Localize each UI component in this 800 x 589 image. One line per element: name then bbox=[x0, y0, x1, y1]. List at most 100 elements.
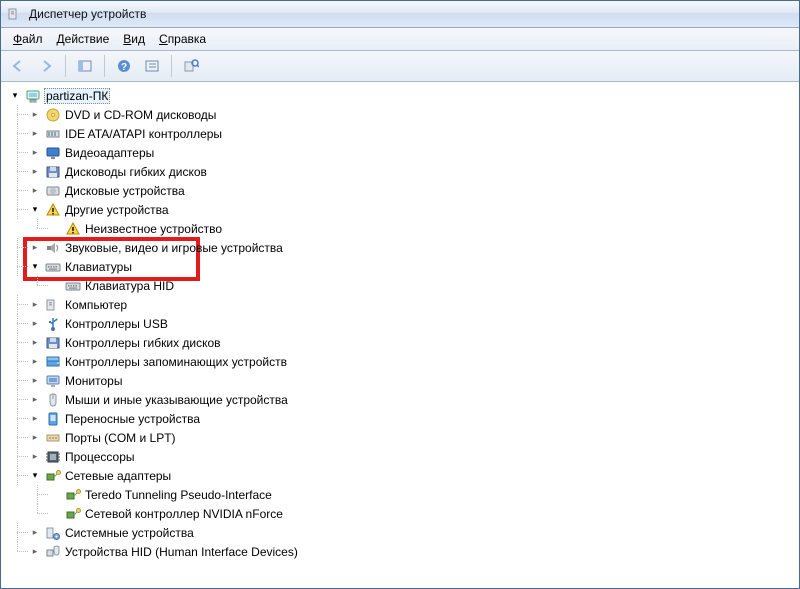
device-tree-panel[interactable]: ▾ partizan-ПК ▸ DVD и CD-ROM дисководы ▸ ID… bbox=[1, 82, 799, 588]
tree-item-label: Неизвестное устройство bbox=[85, 222, 222, 236]
disc-icon bbox=[45, 107, 61, 123]
window-title: Диспетчер устройств bbox=[29, 7, 146, 21]
tree-item-dvd[interactable]: ▸ DVD и CD-ROM дисководы bbox=[9, 105, 799, 124]
keyboard-icon bbox=[65, 278, 81, 294]
collapse-icon[interactable]: ▾ bbox=[9, 90, 21, 102]
tree-root[interactable]: ▾ partizan-ПК bbox=[9, 86, 799, 105]
menu-file[interactable]: Файл bbox=[7, 30, 49, 48]
tree-item-label: Клавиатуры bbox=[65, 260, 132, 274]
collapse-icon[interactable]: ▾ bbox=[29, 261, 41, 273]
tree-item-usb[interactable]: ▸ Контроллеры USB bbox=[9, 314, 799, 333]
forward-button[interactable] bbox=[33, 53, 59, 79]
tree-item-sound[interactable]: ▸ Звуковые, видео и игровые устройства bbox=[9, 238, 799, 257]
tree-item-label: Контроллеры USB bbox=[65, 317, 168, 331]
warning-icon bbox=[45, 202, 61, 218]
tree-item-label: Видеоадаптеры bbox=[65, 146, 154, 160]
tree-item-label: Контроллеры запоминающих устройств bbox=[65, 355, 287, 369]
show-hide-tree-button[interactable] bbox=[72, 53, 98, 79]
system-icon bbox=[45, 525, 61, 541]
scan-icon bbox=[183, 58, 199, 74]
titlebar: Диспетчер устройств bbox=[1, 1, 799, 28]
tree-item-label: Системные устройства bbox=[65, 526, 194, 540]
tree-item-portable[interactable]: ▸ Переносные устройства bbox=[9, 409, 799, 428]
tree-item-label: DVD и CD-ROM дисководы bbox=[65, 108, 216, 122]
svg-text:?: ? bbox=[121, 62, 127, 73]
tree-item-mice[interactable]: ▸ Мыши и иные указывающие устройства bbox=[9, 390, 799, 409]
tree-item-ide[interactable]: ▸ IDE ATA/ATAPI контроллеры bbox=[9, 124, 799, 143]
tree-item-hid[interactable]: ▸ Устройства HID (Human Interface Devices… bbox=[9, 542, 799, 561]
tree-item-keyboards[interactable]: ▾ Клавиатуры bbox=[9, 257, 799, 276]
tree-item-label: Устройства HID (Human Interface Devices) bbox=[65, 545, 298, 559]
tree-item-label: Дисковые устройства bbox=[65, 184, 185, 198]
help-button[interactable]: ? bbox=[111, 53, 137, 79]
tree-item-cpu[interactable]: ▸Процессоры bbox=[9, 447, 799, 466]
tree-item-label: Дисководы гибких дисков bbox=[65, 165, 207, 179]
tree-item-label: Звуковые, видео и игровые устройства bbox=[65, 241, 283, 255]
tree-item-floppy_ctl[interactable]: ▸Контроллеры гибких дисков bbox=[9, 333, 799, 352]
scan-hardware-button[interactable] bbox=[178, 53, 204, 79]
properties-icon bbox=[144, 58, 160, 74]
floppy-icon bbox=[45, 335, 61, 351]
tree-root-label: partizan-ПК bbox=[44, 88, 110, 104]
tree-item-label: IDE ATA/ATAPI контроллеры bbox=[65, 127, 222, 141]
toolbar-separator bbox=[171, 55, 172, 77]
expand-icon[interactable]: ▸ bbox=[29, 299, 41, 311]
toolbar-separator bbox=[65, 55, 66, 77]
app-icon bbox=[7, 6, 23, 22]
expand-icon[interactable]: ▸ bbox=[29, 166, 41, 178]
tree-item-label: Мыши и иные указывающие устройства bbox=[65, 393, 288, 407]
tree-item-label: Мониторы bbox=[65, 374, 122, 388]
expand-icon[interactable]: ▸ bbox=[29, 546, 41, 558]
menu-help[interactable]: Справка bbox=[153, 30, 212, 48]
arrow-left-icon bbox=[10, 58, 26, 74]
back-button[interactable] bbox=[5, 53, 31, 79]
tree-item-label: Компьютер bbox=[65, 298, 127, 312]
tree-item-other[interactable]: ▾Другие устройства bbox=[9, 200, 799, 219]
tree-item-label: Клавиатура HID bbox=[85, 279, 174, 293]
ide-icon bbox=[45, 126, 61, 142]
expand-icon[interactable]: ▸ bbox=[29, 432, 41, 444]
expand-icon[interactable]: ▸ bbox=[29, 413, 41, 425]
collapse-icon[interactable]: ▾ bbox=[29, 204, 41, 216]
tree-item-disk[interactable]: ▸ Дисковые устройства bbox=[9, 181, 799, 200]
hdd-icon bbox=[45, 183, 61, 199]
tree-item-label: Teredo Tunneling Pseudo-Interface bbox=[85, 488, 272, 502]
tree-item-label: Переносные устройства bbox=[65, 412, 200, 426]
collapse-icon[interactable]: ▾ bbox=[29, 470, 41, 482]
expand-icon[interactable]: ▸ bbox=[29, 147, 41, 159]
tree-item-system[interactable]: ▸ Системные устройства bbox=[9, 523, 799, 542]
expand-icon[interactable]: ▸ bbox=[29, 128, 41, 140]
properties-button[interactable] bbox=[139, 53, 165, 79]
expand-icon[interactable]: ▸ bbox=[29, 356, 41, 368]
tree-item-unknown[interactable]: ▸Неизвестное устройство bbox=[9, 219, 799, 238]
expand-icon[interactable]: ▸ bbox=[29, 109, 41, 121]
usb-icon bbox=[45, 316, 61, 332]
expand-icon[interactable]: ▸ bbox=[29, 394, 41, 406]
storage-icon bbox=[45, 354, 61, 370]
tree-item-computer[interactable]: ▸ Компьютер bbox=[9, 295, 799, 314]
expand-icon[interactable]: ▸ bbox=[29, 375, 41, 387]
tree-item-nvidia_net[interactable]: ▸Сетевой контроллер NVIDIA nForce bbox=[9, 504, 799, 523]
expand-icon[interactable]: ▸ bbox=[29, 318, 41, 330]
tree-item-floppy_drv[interactable]: ▸ Дисководы гибких дисков bbox=[9, 162, 799, 181]
tree-item-kbd_hid[interactable]: ▸Клавиатура HID bbox=[9, 276, 799, 295]
tree-item-teredo[interactable]: ▸Teredo Tunneling Pseudo-Interface bbox=[9, 485, 799, 504]
toolbar: ? bbox=[1, 51, 799, 82]
expand-icon[interactable]: ▸ bbox=[29, 527, 41, 539]
speaker-icon bbox=[45, 240, 61, 256]
tree-item-net[interactable]: ▾Сетевые адаптеры bbox=[9, 466, 799, 485]
tree-item-monitors[interactable]: ▸ Мониторы bbox=[9, 371, 799, 390]
expand-icon[interactable]: ▸ bbox=[29, 451, 41, 463]
display-icon bbox=[45, 145, 61, 161]
menu-action[interactable]: Действие bbox=[51, 30, 116, 48]
tree-item-video[interactable]: ▸ Видеоадаптеры bbox=[9, 143, 799, 162]
arrow-right-icon bbox=[38, 58, 54, 74]
tree-item-ports[interactable]: ▸Порты (COM и LPT) bbox=[9, 428, 799, 447]
expand-icon[interactable]: ▸ bbox=[29, 337, 41, 349]
expand-icon[interactable]: ▸ bbox=[29, 185, 41, 197]
menu-view[interactable]: Вид bbox=[117, 30, 151, 48]
tree-item-storage[interactable]: ▸ Контроллеры запоминающих устройств bbox=[9, 352, 799, 371]
expand-icon[interactable]: ▸ bbox=[29, 242, 41, 254]
tree-item-label: Сетевой контроллер NVIDIA nForce bbox=[85, 507, 283, 521]
floppy-icon bbox=[45, 164, 61, 180]
